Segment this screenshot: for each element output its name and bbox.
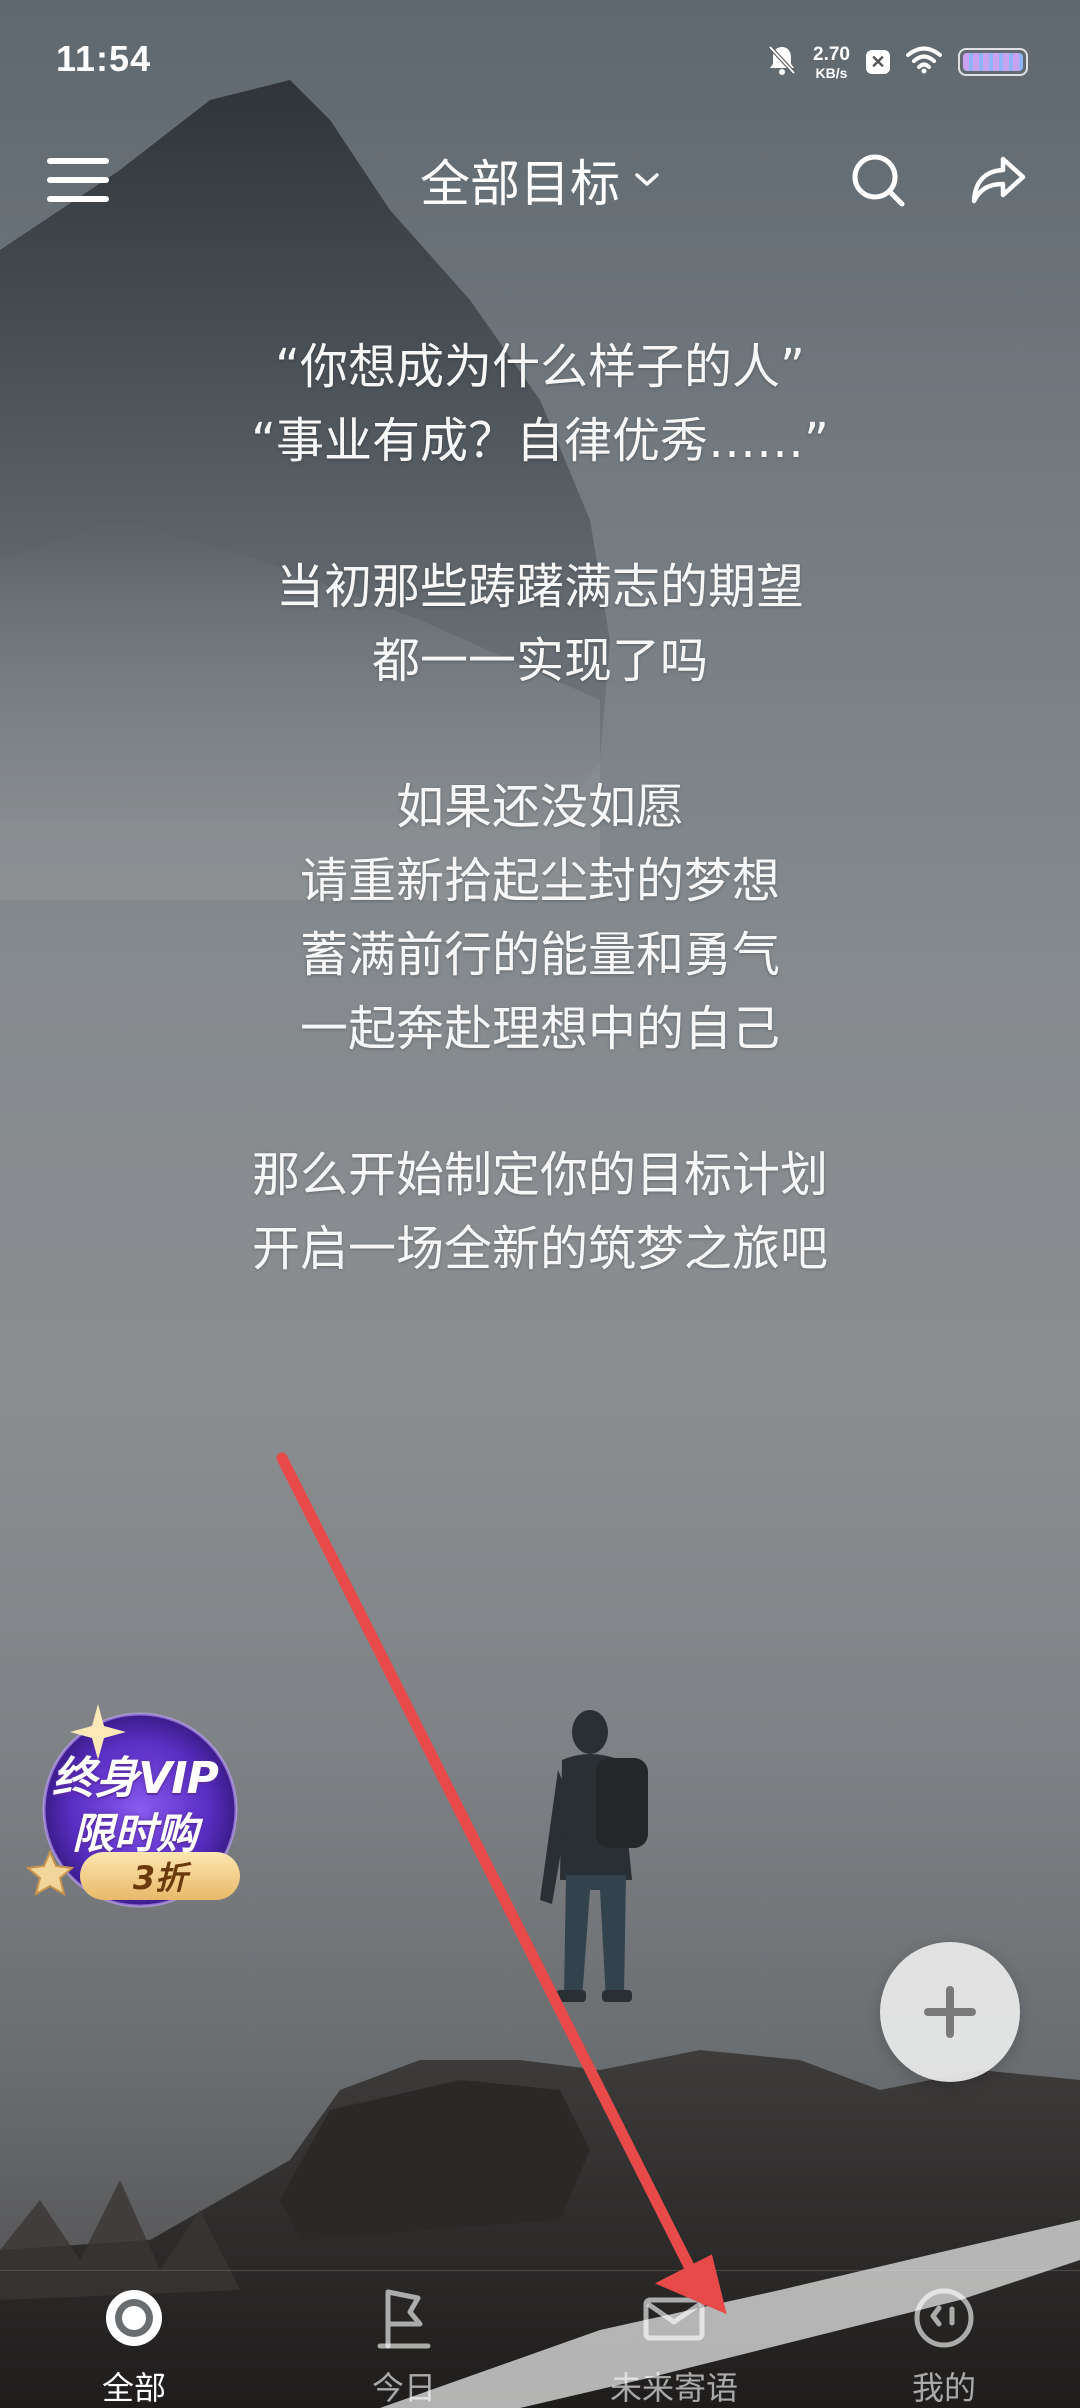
intro-line: 都一一实现了吗 xyxy=(371,633,708,689)
battery-icon xyxy=(958,48,1028,76)
plus-icon xyxy=(924,1986,976,2038)
vip-promo-badge[interactable]: 终身VIP 限时购 3折 xyxy=(20,1700,250,1920)
tab-label: 全部 xyxy=(101,2369,166,2407)
bell-muted-icon xyxy=(767,44,797,80)
vip-title: 终身VIP xyxy=(52,1753,219,1804)
intro-line: 一起奔赴理想中的自己 xyxy=(299,1001,780,1057)
tab-future-messages[interactable]: 未来寄语 xyxy=(574,2271,774,2408)
intro-line: 开启一场全新的筑梦之旅吧 xyxy=(251,1221,828,1277)
tab-label: 今日 xyxy=(371,2369,436,2407)
intro-line: “你想成为什么样子的人” xyxy=(275,339,805,395)
vip-discount: 3折 xyxy=(80,1852,240,1900)
status-bar: 11:54 2.70 KB/s ✕ xyxy=(0,0,1080,120)
intro-line: 蓄满前行的能量和勇气 xyxy=(299,927,780,983)
chevron-down-icon xyxy=(635,173,659,186)
tab-today[interactable]: 今日 xyxy=(304,2271,504,2408)
target-icon xyxy=(99,2283,169,2353)
bottom-navigation: 全部 今日 未来寄语 我的 xyxy=(0,2270,1080,2408)
share-icon xyxy=(971,156,1026,204)
smile-face-icon xyxy=(909,2283,979,2353)
intro-line: 如果还没如愿 xyxy=(395,779,684,835)
intro-line: 那么开始制定你的目标计划 xyxy=(251,1147,828,1203)
top-navigation: 全部目标 xyxy=(0,120,1080,250)
wifi-icon xyxy=(906,46,942,78)
search-button[interactable] xyxy=(840,142,916,218)
tab-mine[interactable]: 我的 xyxy=(844,2271,1044,2408)
app-badge-icon: ✕ xyxy=(866,50,890,74)
network-speed: 2.70 KB/s xyxy=(813,43,850,81)
intro-line: “事业有成？自律优秀……” xyxy=(251,413,829,469)
flag-icon xyxy=(369,2283,439,2353)
search-icon xyxy=(852,154,905,207)
intro-line: 请重新拾起尘封的梦想 xyxy=(299,853,780,909)
tab-label: 未来寄语 xyxy=(609,2369,738,2407)
intro-line: 当初那些踌躇满志的期望 xyxy=(275,559,804,615)
battery-level xyxy=(963,53,1023,71)
share-button[interactable] xyxy=(960,142,1036,218)
tab-all[interactable]: 全部 xyxy=(34,2271,234,2408)
status-time: 11:54 xyxy=(56,38,152,79)
envelope-icon xyxy=(639,2283,709,2353)
intro-message: “你想成为什么样子的人” “事业有成？自律优秀……” 当初那些踌躇满志的期望 都… xyxy=(0,330,1080,1286)
tab-label: 我的 xyxy=(911,2369,976,2407)
page-title: 全部目标 xyxy=(420,155,620,213)
goal-filter-dropdown[interactable]: 全部目标 xyxy=(0,138,1080,222)
status-icons: 2.70 KB/s ✕ xyxy=(767,42,1028,82)
add-goal-button[interactable] xyxy=(880,1942,1020,2082)
